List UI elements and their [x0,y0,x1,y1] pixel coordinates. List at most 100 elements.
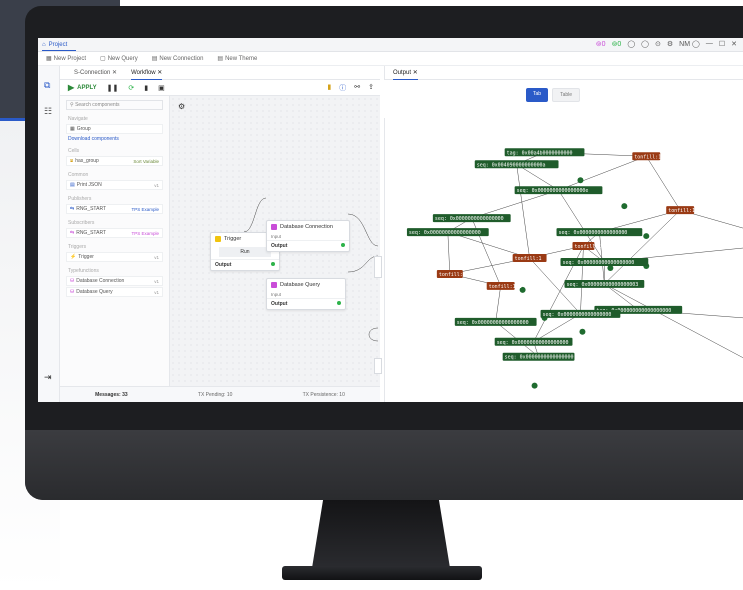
settings-icon[interactable]: ⚙ [667,40,673,48]
partial-node[interactable] [374,256,382,278]
graph-junction[interactable] [621,203,628,210]
connection-icon: ▤ [151,56,158,62]
export-icon[interactable]: ⇪ [368,83,374,93]
pause-icon[interactable]: ❚❚ [107,84,119,92]
graph-node-label: seq: 0x0000000000000000 [435,216,504,222]
output-port-label: Output [271,243,288,249]
component-item[interactable]: ⚡ Trigger v1 [66,252,163,262]
graph-node[interactable]: seq: 0x0000000000000000 [432,214,511,222]
view-toggle: Tab Table [526,88,581,102]
graph-node[interactable]: tonfill:1.1 [486,281,522,290]
graph-edge [516,164,530,259]
logout-icon[interactable]: ⇥ [44,372,52,383]
info-icon[interactable]: ⓘ [339,83,346,93]
download-components-link[interactable]: Download components [68,136,161,142]
tab-output[interactable]: Output ✕ [393,69,418,80]
bookmark-icon[interactable]: ▮ [327,83,331,93]
new-query-button[interactable]: ▢ New Query [100,55,138,63]
graph-node[interactable]: seq: 0x00000000000000000 [406,228,489,236]
table-view-button[interactable]: Table [552,88,581,102]
maximize-button[interactable]: ☐ [719,40,725,48]
output-port[interactable] [271,262,275,266]
graph-junction[interactable] [577,177,584,184]
trash-icon[interactable]: ▮ [144,84,148,92]
graph-node[interactable]: seq: 0x0000000000000000 [556,228,643,236]
component-item[interactable]: ⇆ RNG_START TPS Example [66,228,163,238]
node-title: Trigger [224,236,242,242]
component-label: Trigger [78,254,94,260]
graph-canvas[interactable]: tag: 0x00a4b0000000000 seq: 0x00409000000… [385,118,743,402]
component-item[interactable]: ⇆ RNG_START TPS Example [66,204,163,214]
graph-node-label: seq: 0x004090000000000a [477,162,546,168]
component-item[interactable]: ⧈ has_group Sort Variable [66,156,163,166]
component-item[interactable]: ⛁ Database Query v1 [66,287,163,297]
app-title[interactable]: ⌂ Project [42,42,67,48]
circle-icon[interactable]: ◯ [627,40,635,48]
close-button[interactable]: ✕ [731,40,737,48]
circle-icon-2[interactable]: ◯ [641,40,649,48]
target-icon[interactable]: ⊙ [655,40,661,48]
graph-node[interactable]: seq: 0x00000000000000003 [564,279,645,288]
graph-junction[interactable] [643,233,650,240]
copy-icon[interactable]: ⧉ [44,80,50,91]
graph-node[interactable]: seq: 0x00000000000000000 [560,258,649,266]
new-theme-label: New Theme [225,55,258,62]
graph-node[interactable]: tag: 0x00a4b0000000000 [504,148,585,156]
graph-view-button[interactable]: Tab [526,88,549,102]
graph-node[interactable]: tonfill:1 [512,254,547,262]
category-label: Cells [68,148,80,154]
refresh-icon[interactable]: ⟳ [128,84,134,92]
tab-s-connection[interactable]: S-Connection ✕ [74,69,117,76]
component-item[interactable]: ⛁ Database Connection v1 [66,276,163,286]
status-indicator-2[interactable]: ⊚0 [612,40,622,48]
search-input[interactable]: ⚲ Search components [66,100,163,110]
workflow-canvas[interactable]: ⚙ Trigger Run Output Database Connection… [170,96,382,386]
component-badge: v1 [154,289,159,295]
close-icon[interactable]: ✕ [413,70,418,76]
graph-junction[interactable] [579,328,586,335]
component-item[interactable]: ▦ Group [66,124,163,134]
graph-node[interactable]: tonfill:1.8 [666,206,701,214]
new-project-button[interactable]: ▦ New Project [46,55,86,63]
graph-node[interactable]: seq: 0x004090000000000a [474,160,559,168]
structure-icon[interactable]: ☷ [44,106,52,117]
output-graph[interactable]: tag: 0x00a4b0000000000 seq: 0x00409000000… [384,118,743,402]
clear-icon[interactable]: ▣ [158,84,165,92]
component-item[interactable]: ▤ Print JSON v1 [66,180,163,190]
user-avatar[interactable]: NM ◯ [679,40,700,48]
graph-node[interactable]: seq: 0x00000000000000000 [494,337,573,346]
database-icon: ⛁ [70,289,75,295]
graph-edge [646,156,681,211]
partial-node[interactable] [374,358,382,374]
new-theme-button[interactable]: ▤ New Theme [217,55,258,63]
run-button[interactable]: Run [219,247,271,257]
new-connection-button[interactable]: ▤ New Connection [151,55,204,63]
apply-button[interactable]: ▶ APPLY [68,83,97,92]
database-connection-node[interactable]: Database Connection Input Output [266,220,350,252]
graph-node[interactable]: tonfill:1.0 [436,269,472,278]
graph-node[interactable]: tonfill:1 [572,242,601,250]
link-icon[interactable]: ⚯ [354,83,360,93]
graph-junction[interactable] [531,382,538,389]
output-port[interactable] [337,301,341,305]
close-icon[interactable]: ✕ [112,70,117,76]
tab-workflow[interactable]: Workflow ✕ [131,69,163,80]
output-tabs: Output ✕ [384,66,743,80]
monitor-stand-base [282,566,482,580]
app-screen: ⌂ Project ⊚0 ⊚0 ◯ ◯ ⊙ ⚙ NM ◯ — ☐ ✕ ▦ New … [38,38,743,402]
graph-edge [495,285,501,322]
database-query-node[interactable]: Database Query Input Output [266,278,346,310]
graph-node[interactable]: tonfill:1.12 [632,152,670,160]
graph-node[interactable]: seq: 0x0000000000000000e [514,186,603,194]
graph-node[interactable]: seq: 0x0000000000000000 [502,352,575,361]
graph-node[interactable]: seq: 0x0000000000000000 [540,309,621,318]
component-label: Database Query [76,289,113,295]
graph-node[interactable]: seq: 0x00000000000000000 [454,317,537,326]
graph-edge [604,283,743,358]
trigger-icon: ⚡ [70,254,77,260]
close-icon[interactable]: ✕ [157,70,162,76]
output-port[interactable] [341,243,345,247]
database-icon: ⛁ [70,278,75,284]
status-indicator-1[interactable]: ⊚0 [596,40,606,48]
minimize-button[interactable]: — [706,40,713,48]
